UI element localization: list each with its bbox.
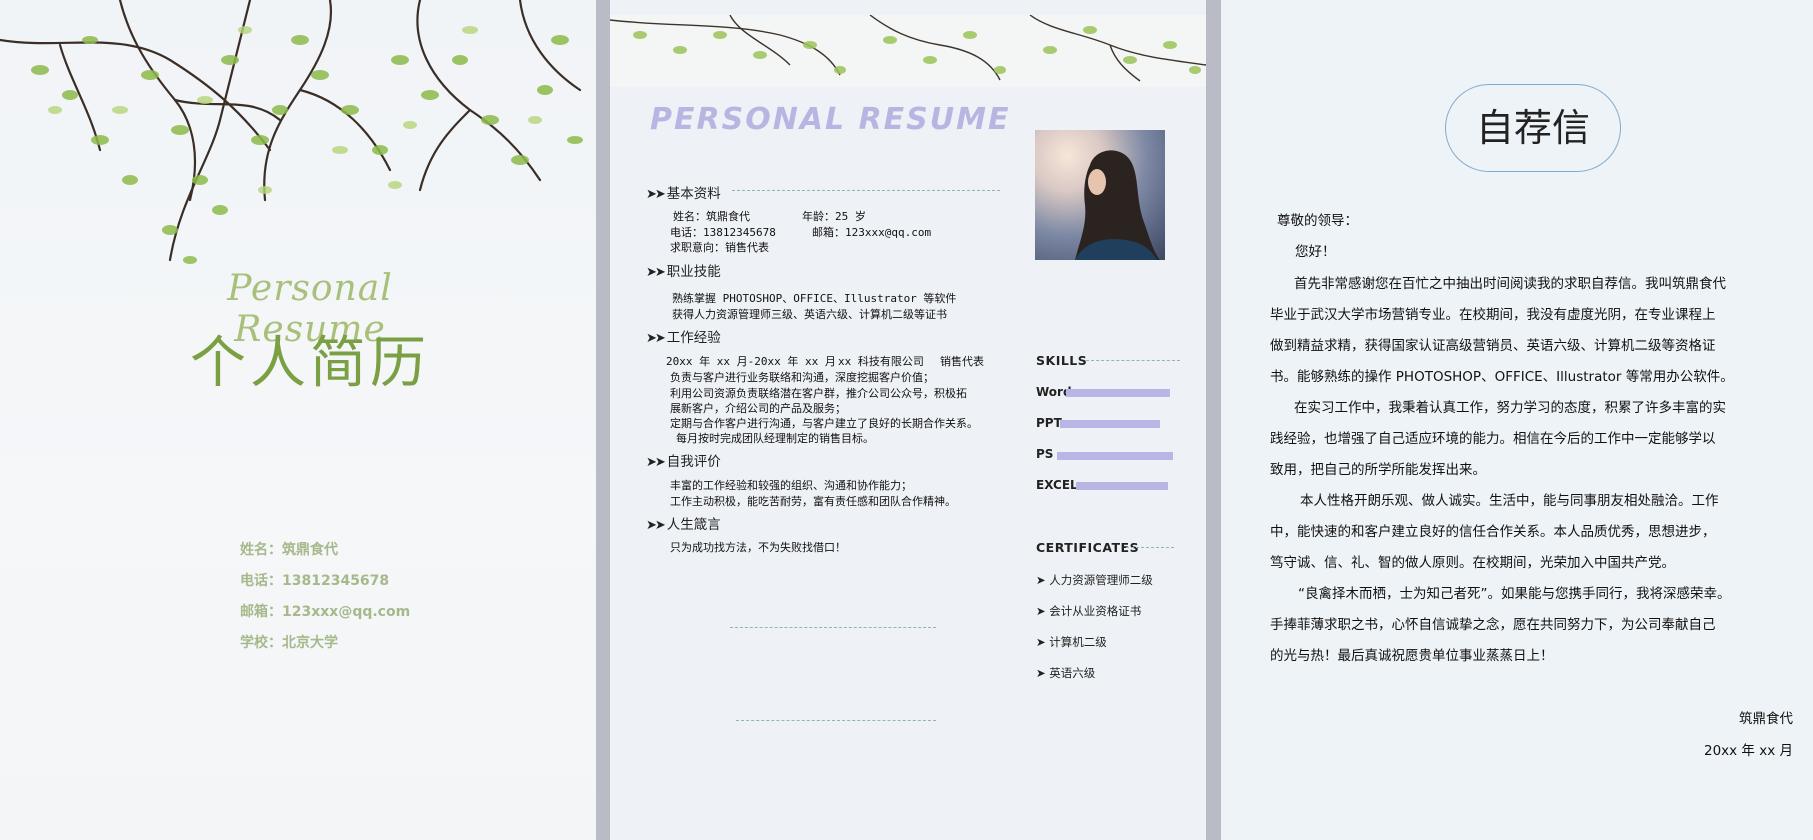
letter-line: 首先非常感谢您在百忙之中抽出时间阅读我的求职自荐信。我叫筑鼎食代 — [1294, 276, 1726, 292]
skill-bar-word — [1066, 389, 1170, 397]
basic-intent: 求职意向：销售代表 — [670, 241, 769, 254]
section-label: 工作经验 — [666, 330, 721, 346]
certificate-item: ➤ 会计从业资格证书 — [1036, 603, 1141, 619]
letter-line: 手捧菲薄求职之书，心怀自信诚挚之念，愿在共同努力下，为公司奉献自己 — [1270, 617, 1716, 633]
evaluation-line-2: 工作主动积极，能吃苦耐劳，富有责任感和团队合作精神。 — [670, 495, 956, 508]
certificate-item: ➤ 计算机二级 — [1036, 634, 1107, 650]
certificate-label: 会计从业资格证书 — [1049, 604, 1142, 618]
header-branch-strip — [610, 15, 1206, 87]
section-heading-motto: ➤➤ 人生箴言 — [646, 513, 721, 533]
decorative-divider — [736, 720, 936, 721]
experience-role: 销售代表 — [940, 355, 984, 368]
cover-info-name: 姓名：筑鼎食代 — [240, 542, 338, 558]
skills-heading: SKILLS — [1036, 353, 1088, 368]
certificate-item: ➤ 英语六级 — [1036, 665, 1095, 681]
skills-line-1: 熟练掌握 PHOTOSHOP、OFFICE、Illustrator 等软件 — [672, 292, 957, 305]
double-arrow-icon: ➤➤ — [646, 518, 666, 533]
skill-label-excel: EXCEL — [1036, 478, 1078, 492]
arrow-bullet-icon: ➤ — [1036, 604, 1050, 618]
section-heading-basic: ➤➤ 基本资料 — [646, 182, 721, 202]
letter-line: 中，能快速的和客户建立良好的信任合作关系。本人品质优秀，思想进步， — [1270, 524, 1716, 540]
branch-illustration — [0, 0, 583, 264]
letter-line: “良禽择木而栖，士为知己者死”。如果能与您携手同行，我将深感荣幸。 — [1298, 586, 1731, 602]
double-arrow-icon: ➤➤ — [646, 187, 666, 202]
cover-title: 个人简历 — [190, 331, 430, 396]
cover-info-phone: 电话：13812345678 — [240, 573, 390, 589]
letter-line: 毕业于武汉大学市场营销专业。在校期间，我没有虚度光阴，在专业课程上 — [1270, 307, 1716, 323]
basic-phone: 电话：13812345678 — [670, 226, 776, 239]
cover-info-school: 学校：北京大学 — [240, 635, 338, 651]
double-arrow-icon: ➤➤ — [646, 331, 666, 346]
decorative-divider — [730, 627, 936, 628]
section-label: 基本资料 — [666, 186, 721, 202]
experience-line-1: 负责与客户进行业务联络和沟通，深度挖掘客户价值； — [670, 371, 934, 384]
experience-line-3: 展新客户，介绍公司的产品及服务； — [670, 402, 846, 415]
experience-line-4: 定期与合作客户进行沟通，与客户建立了良好的长期合作关系。 — [670, 417, 978, 430]
section-divider — [732, 190, 1000, 191]
letter-line: 致用，把自己的所学所能发挥出来。 — [1270, 462, 1486, 478]
section-heading-skills: ➤➤ 职业技能 — [646, 260, 721, 280]
double-arrow-icon: ➤➤ — [646, 265, 666, 280]
certificate-item: ➤ 人力资源管理师二级 — [1036, 572, 1153, 588]
certificates-divider — [1126, 547, 1174, 548]
skills-line-2: 获得人力资源管理师三级、英语六级、计算机二级等证书 — [672, 308, 947, 321]
letter-line: 做到精益求精，获得国家认证高级营销员、英语六级、计算机二级等资格证 — [1270, 338, 1716, 354]
certificate-label: 人力资源管理师二级 — [1049, 573, 1153, 587]
certificate-label: 英语六级 — [1049, 666, 1096, 680]
certificates-heading: CERTIFICATES — [1036, 540, 1140, 555]
cover-letter-title: 自荐信 — [1445, 84, 1621, 172]
skill-label-ppt: PPT — [1036, 416, 1062, 430]
section-label: 人生箴言 — [666, 517, 721, 533]
skills-divider — [1086, 360, 1180, 361]
letter-greeting: 您好！ — [1295, 244, 1336, 260]
experience-period: 20xx 年 xx 月-20xx 年 xx 月 — [666, 355, 836, 368]
profile-photo — [1035, 130, 1165, 260]
cover-page: Personal Resume 个人简历 姓名：筑鼎食代 电话：13812345… — [0, 0, 596, 840]
certificate-label: 计算机二级 — [1049, 635, 1107, 649]
portrait-illustration — [1075, 150, 1160, 260]
letter-line: 书。能够熟练的操作 PHOTOSHOP、OFFICE、Illustrator 等… — [1270, 369, 1734, 385]
letter-line: 的光与热！最后真诚祝愿贵单位事业蒸蒸日上！ — [1270, 648, 1554, 664]
letter-line: 在实习工作中，我秉着认真工作，努力学习的态度，积累了许多丰富的实 — [1294, 400, 1726, 416]
experience-line-5: 每月按时完成团队经理制定的销售目标。 — [676, 432, 874, 445]
arrow-bullet-icon: ➤ — [1036, 666, 1050, 680]
letter-line: 本人性格开朗乐观、做人诚实。生活中，能与同事朋友相处融洽。工作 — [1300, 493, 1719, 509]
skill-bar-excel — [1076, 482, 1168, 490]
arrow-bullet-icon: ➤ — [1036, 635, 1050, 649]
letter-date: 20xx 年 xx 月 — [1703, 743, 1793, 759]
experience-line-2: 利用公司资源负责联络潜在客户群，推介公司公众号，积极拓 — [670, 387, 967, 400]
letter-salutation: 尊敬的领导： — [1277, 213, 1358, 229]
arrow-bullet-icon: ➤ — [1036, 573, 1050, 587]
double-arrow-icon: ➤➤ — [646, 455, 666, 470]
section-label: 职业技能 — [666, 264, 721, 280]
letter-signature: 筑鼎食代 — [1739, 711, 1793, 727]
evaluation-line-1: 丰富的工作经验和较强的组织、沟通和协作能力； — [670, 479, 912, 492]
experience-company: xx 科技有限公司 — [838, 355, 924, 368]
skill-bar-ps — [1057, 452, 1173, 460]
resume-title: PERSONAL RESUME — [650, 102, 1011, 137]
cover-info: 姓名：筑鼎食代 电话：13812345678 邮箱：123xxx@qq.com … — [240, 540, 410, 664]
header-branch-illustration — [610, 15, 1206, 82]
cover-letter-page: 自荐信 尊敬的领导： 您好！ 首先非常感谢您在百忙之中抽出时间阅读我的求职自荐信… — [1221, 0, 1813, 840]
basic-name: 姓名：筑鼎食代 — [673, 210, 750, 223]
skill-bar-ppt — [1060, 420, 1160, 428]
section-heading-experience: ➤➤ 工作经验 — [646, 326, 721, 346]
letter-line: 笃守诚、信、礼、智的做人原则。在校期间，光荣加入中国共产党。 — [1270, 555, 1675, 571]
resume-page: PERSONAL RESUME ➤➤ 基本资料 姓名：筑鼎食代 年龄：25 岁 电… — [610, 0, 1206, 840]
basic-age: 年龄：25 岁 — [802, 210, 866, 223]
section-label: 自我评价 — [666, 454, 721, 470]
basic-email: 邮箱：123xxx@qq.com — [812, 226, 932, 239]
cover-info-email: 邮箱：123xxx@qq.com — [240, 604, 411, 620]
skill-label-ps: PS — [1036, 447, 1054, 461]
section-heading-evaluation: ➤➤ 自我评价 — [646, 450, 721, 470]
letter-line: 践经验，也增强了自己适应环境的能力。相信在今后的工作中一定能够学以 — [1270, 431, 1716, 447]
motto-text: 只为成功找方法，不为失败找借口！ — [670, 541, 846, 554]
